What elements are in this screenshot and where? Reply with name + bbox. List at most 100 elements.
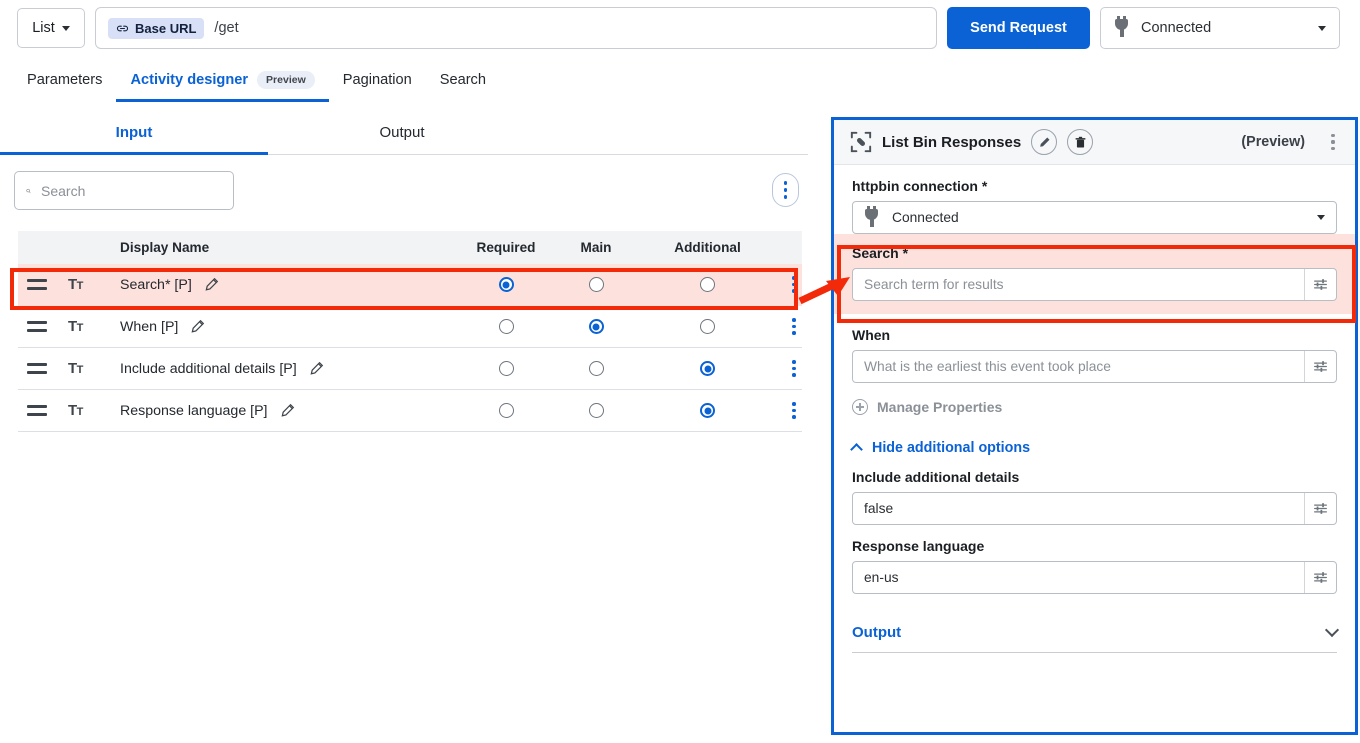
property-search-box[interactable] — [14, 171, 234, 210]
table-row[interactable]: TT Response language [P] — [18, 390, 802, 432]
main-radio[interactable] — [588, 361, 604, 376]
main-radio[interactable] — [588, 277, 604, 292]
drag-handle[interactable] — [27, 279, 47, 290]
response-language-value: en-us — [864, 570, 899, 585]
required-radio[interactable] — [498, 319, 514, 334]
tab-parameters[interactable]: Parameters — [13, 58, 116, 102]
additional-radio[interactable] — [700, 319, 715, 334]
chevron-down-icon — [61, 25, 70, 31]
search-field-placeholder: Search term for results — [864, 277, 1004, 292]
text-type-icon: TT — [68, 276, 83, 293]
httpbin-connection-select[interactable]: Connected — [852, 201, 1337, 234]
tab-pagination[interactable]: Pagination — [329, 58, 426, 102]
edit-property-button[interactable] — [204, 277, 219, 292]
search-field-label: Search * — [852, 245, 909, 261]
search-field[interactable]: Search term for results — [852, 268, 1337, 301]
additional-radio[interactable] — [700, 361, 715, 376]
row-options-menu-button[interactable] — [786, 402, 802, 420]
required-radio[interactable] — [498, 403, 514, 418]
row-display-name: Search* [P] — [120, 276, 192, 293]
activity-icon — [850, 131, 872, 153]
chevron-up-icon — [850, 443, 863, 456]
chevron-down-icon — [1317, 215, 1325, 220]
send-request-button[interactable]: Send Request — [947, 7, 1090, 49]
edit-property-button[interactable] — [309, 361, 324, 376]
url-input-bar[interactable]: Base URL /get — [95, 7, 937, 49]
kebab-dot — [792, 360, 796, 364]
list-mode-select[interactable]: List — [17, 8, 85, 48]
main-radio-cell — [561, 361, 631, 376]
include-additional-details-expression-button[interactable] — [1304, 493, 1336, 524]
chevron-down-icon — [1318, 25, 1326, 31]
main-tabs: Parameters Activity designer Preview Pag… — [0, 58, 832, 104]
hide-additional-options-button[interactable]: Hide additional options — [850, 440, 1337, 456]
additional-radio-cell — [635, 277, 780, 292]
link-icon — [116, 25, 129, 31]
text-type-icon: TT — [68, 402, 83, 419]
kebab-dot — [783, 188, 788, 192]
tab-activity-designer-label: Activity designer — [130, 72, 249, 88]
pencil-icon — [191, 319, 205, 333]
connection-select[interactable]: Connected — [1100, 7, 1340, 49]
main-radio[interactable] — [588, 319, 604, 334]
main-radio-cell — [561, 403, 631, 418]
required-radio[interactable] — [498, 361, 514, 376]
output-section-toggle[interactable]: Output — [852, 622, 1340, 653]
tab-search[interactable]: Search — [426, 58, 500, 102]
drag-handle[interactable] — [27, 363, 47, 374]
kebab-dot — [792, 366, 796, 371]
kebab-dot — [792, 373, 796, 377]
kebab-dot — [792, 276, 796, 280]
search-field-expression-button[interactable] — [1304, 269, 1336, 300]
row-options-menu-button[interactable] — [786, 360, 802, 378]
tab-output[interactable]: Output — [268, 110, 536, 154]
url-path-value: /get — [214, 20, 239, 36]
kebab-dot — [792, 289, 796, 293]
required-radio[interactable] — [498, 277, 514, 292]
drag-handle[interactable] — [27, 405, 47, 416]
when-field-expression-button[interactable] — [1304, 351, 1336, 382]
edit-property-button[interactable] — [280, 403, 295, 418]
response-language-expression-button[interactable] — [1304, 562, 1336, 593]
additional-radio[interactable] — [700, 403, 715, 418]
edit-activity-button[interactable] — [1031, 129, 1058, 155]
edit-property-button[interactable] — [190, 319, 205, 334]
response-language-field[interactable]: en-us — [852, 561, 1337, 594]
main-radio-cell — [561, 277, 631, 292]
include-additional-details-field[interactable]: false — [852, 492, 1337, 525]
tab-input[interactable]: Input — [0, 110, 268, 155]
delete-activity-button[interactable] — [1067, 129, 1094, 155]
chevron-down-icon — [1324, 622, 1340, 638]
preview-badge: Preview — [257, 71, 315, 89]
panel-options-menu-button[interactable] — [1325, 133, 1341, 151]
kebab-dot — [792, 331, 796, 335]
table-row[interactable]: TT When [P] — [18, 306, 802, 348]
tune-icon — [1314, 361, 1327, 372]
kebab-dot — [792, 324, 796, 329]
manage-properties-button[interactable]: Manage Properties — [852, 399, 1337, 415]
kebab-dot — [783, 181, 788, 185]
top-toolbar: List Base URL /get Send Request Connecte… — [0, 0, 1360, 56]
additional-radio-cell — [635, 319, 780, 334]
table-row[interactable]: TT Include additional details [P] — [18, 348, 802, 390]
table-row[interactable]: TT Search* [P] — [18, 264, 802, 306]
kebab-dot — [1331, 140, 1335, 144]
when-field-label: When — [852, 327, 891, 343]
trash-icon — [1075, 136, 1086, 148]
row-options-menu-button[interactable] — [786, 318, 802, 336]
additional-radio[interactable] — [700, 277, 715, 292]
search-input[interactable] — [41, 182, 222, 199]
tab-search-label: Search — [439, 72, 486, 88]
column-header-additional: Additional — [674, 240, 741, 255]
tab-activity-designer[interactable]: Activity designer Preview — [116, 58, 330, 102]
when-field[interactable]: What is the earliest this event took pla… — [852, 350, 1337, 383]
kebab-dot — [792, 415, 796, 419]
main-radio-cell — [561, 319, 631, 334]
tab-input-label: Input — [115, 123, 153, 141]
table-options-menu-button[interactable] — [772, 173, 799, 207]
tune-icon — [1314, 279, 1327, 290]
table-header-row: Display Name Required Main Additional — [18, 231, 802, 264]
main-radio[interactable] — [588, 403, 604, 418]
pencil-icon — [281, 403, 295, 417]
drag-handle[interactable] — [27, 321, 47, 332]
